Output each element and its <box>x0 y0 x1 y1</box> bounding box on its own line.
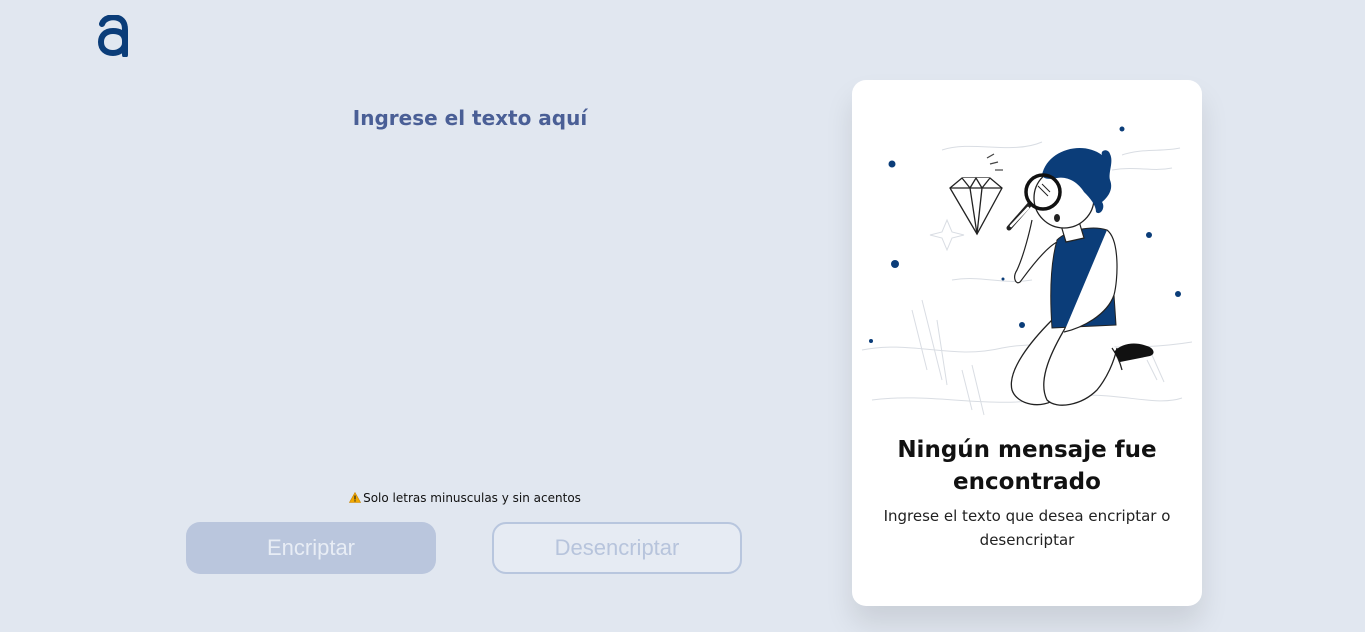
warning-text: Solo letras minusculas y sin acentos <box>363 491 581 505</box>
no-message-subtitle: Ingrese el texto que desea encriptar o d… <box>883 507 1171 549</box>
warning-note: Solo letras minusculas y sin acentos <box>180 491 750 505</box>
warning-icon <box>349 492 362 503</box>
no-message-title: Ningún mensaje fue encontrado <box>897 437 1157 495</box>
decrypt-button[interactable]: Desencriptar <box>492 522 742 574</box>
message-input[interactable] <box>180 100 760 470</box>
person-with-magnifying-glass-illustration <box>861 126 1193 416</box>
result-panel: Ningún mensaje fue encontrado Ingrese el… <box>852 80 1202 606</box>
page: Ingrese el texto aquí Solo letras minusc… <box>0 0 1365 632</box>
encrypt-button[interactable]: Encriptar <box>186 522 436 574</box>
alura-logo-icon[interactable] <box>97 15 129 57</box>
